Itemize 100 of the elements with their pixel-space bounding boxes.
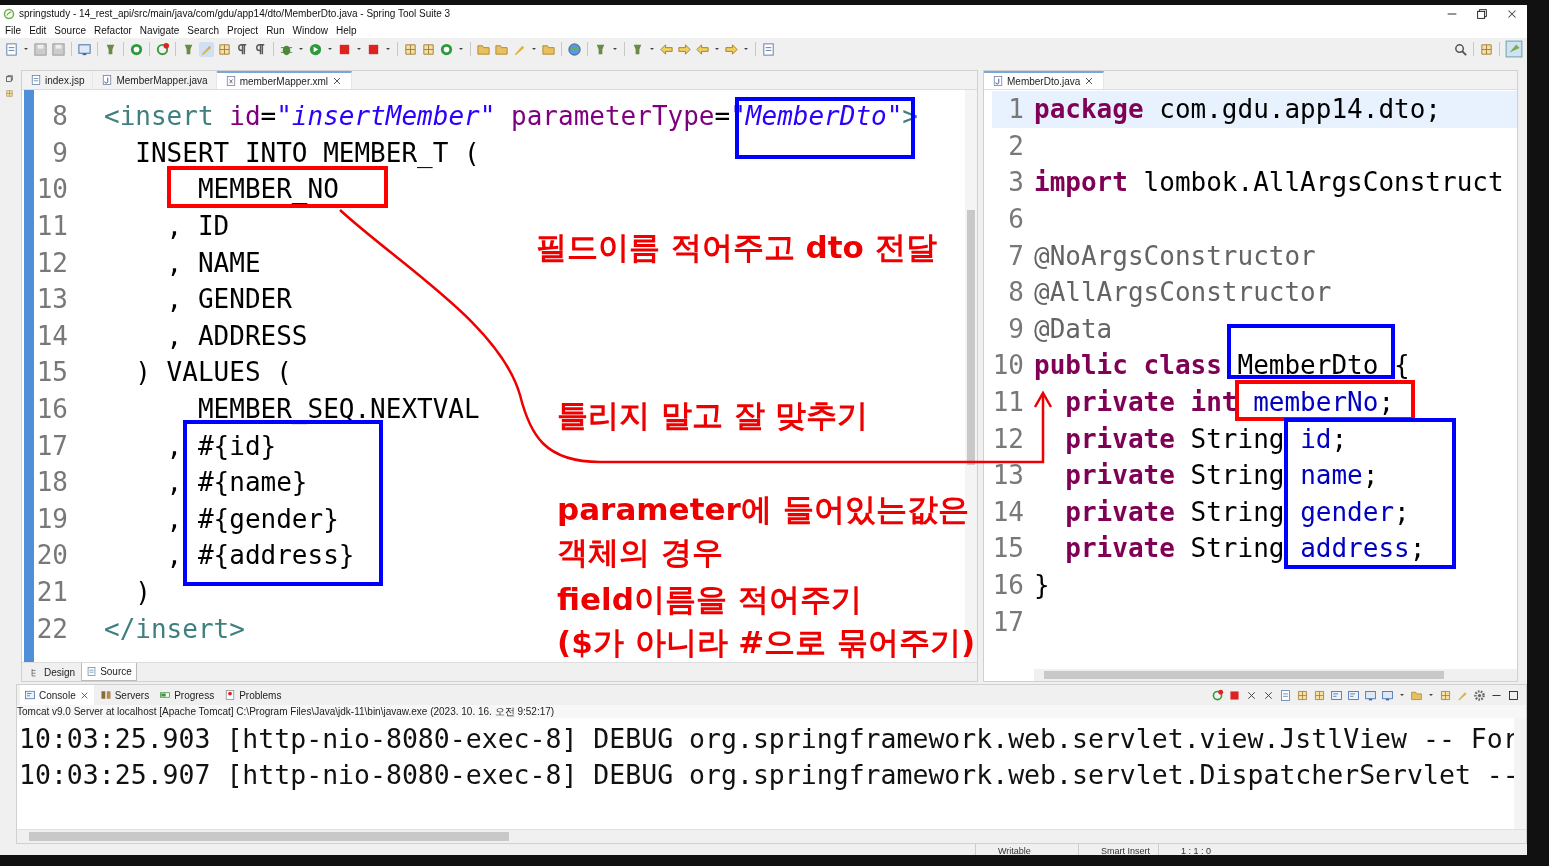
editor-tab[interactable]: MemberMapper.java (93, 71, 217, 89)
line-number: 12 (992, 423, 1024, 454)
refresh-icon[interactable] (155, 41, 170, 57)
line-number: 10 (35, 174, 68, 205)
grid-icon[interactable] (4, 89, 14, 98)
dropdown-caret-icon[interactable] (384, 45, 392, 53)
menu-item[interactable]: Window (290, 24, 335, 36)
editor-mode-tab[interactable]: Design (26, 663, 80, 681)
console-icon[interactable] (1347, 688, 1360, 702)
dropdown-caret-icon[interactable] (648, 45, 656, 53)
maximize-icon[interactable] (1507, 688, 1520, 702)
menu-item[interactable]: Refactor (92, 24, 138, 36)
menu-item[interactable]: Source (52, 24, 93, 36)
console-icon[interactable] (1330, 688, 1343, 702)
grid-icon[interactable] (1439, 688, 1452, 702)
grid-icon[interactable] (1296, 688, 1309, 702)
perspective-icon[interactable] (1505, 40, 1523, 58)
back-arrow-icon[interactable] (659, 41, 674, 57)
line-number: 8 (51, 101, 68, 132)
code-line: INSERT INTO MEMBER_T ( (134, 137, 480, 168)
stop-icon[interactable] (1228, 688, 1241, 702)
grid-icon[interactable] (1479, 41, 1494, 57)
line-number: 11 (992, 387, 1024, 418)
menu-item[interactable]: Project (225, 24, 265, 36)
forward-arrow-icon[interactable] (677, 41, 692, 57)
code-line: , ADDRESS (165, 320, 308, 351)
line-number: 14 (35, 320, 68, 351)
grid-icon[interactable] (421, 41, 436, 57)
view-tab[interactable]: Progress (155, 685, 219, 705)
view-tab[interactable]: Problems (220, 685, 286, 705)
menu-item[interactable]: File (3, 24, 28, 36)
grid-icon[interactable] (1313, 688, 1326, 702)
line-number: 10 (992, 350, 1024, 381)
code-line: , #{gender} (165, 503, 339, 534)
line-number: 17 (35, 430, 68, 461)
editor-mode-tab[interactable]: Source (81, 663, 137, 681)
menu-item[interactable]: Search (185, 24, 225, 36)
dropdown-caret-icon[interactable] (742, 45, 750, 53)
code-line: @AllArgsConstructor (1034, 277, 1332, 308)
scrollbar[interactable] (17, 829, 1526, 843)
line-number: 2 (1007, 130, 1024, 161)
dropdown-caret-icon[interactable] (530, 45, 538, 53)
grid-icon[interactable] (217, 41, 232, 57)
annotation-text: field이름을 적어주기 (557, 580, 862, 619)
gear-icon[interactable] (1473, 688, 1486, 702)
line-number: 11 (35, 211, 68, 242)
document-icon[interactable] (4, 41, 19, 57)
code-line: private String gender; (1064, 496, 1410, 527)
circle-icon[interactable] (129, 41, 144, 57)
scrollbar[interactable] (1514, 718, 1526, 829)
line-number: 19 (35, 503, 68, 534)
line-number: 3 (1007, 167, 1024, 198)
restore-icon[interactable] (4, 74, 14, 83)
back-arrow-icon[interactable] (695, 41, 710, 57)
menu-item[interactable]: Help (334, 24, 363, 36)
monitor-icon[interactable] (77, 41, 92, 57)
code-line: import lombok.AllArgsConstruct (1034, 167, 1504, 198)
dropdown-caret-icon[interactable] (355, 45, 363, 53)
window-title: springstudy - 14_rest_api/src/main/java/com/gdu/app14/dto/MemberDto.java - Spring Tool Suite 3 (19, 8, 452, 19)
grid-icon[interactable] (403, 41, 418, 57)
menu-item[interactable]: Edit (27, 24, 53, 36)
editor-tab[interactable]: index.jsp (22, 71, 94, 89)
process-label: Tomcat v9.0 Server at localhost [Apache Tomcat] C:\Program Files\Java\jdk-11\bin\javaw.exe (2023. 10. 16. 오전 9:52:17) (17, 705, 1526, 718)
dropdown-caret-icon[interactable] (297, 45, 305, 53)
code-line: ) (134, 577, 151, 607)
close-icon[interactable] (331, 75, 343, 87)
monitor-icon[interactable] (1381, 688, 1394, 702)
editor-tab[interactable]: memberMapper.xml (216, 71, 352, 89)
menu-item[interactable]: Run (264, 24, 291, 36)
forward-arrow-icon[interactable] (724, 41, 739, 57)
editor-tab[interactable]: MemberDto.java (984, 71, 1105, 89)
view-tab[interactable]: Servers (95, 685, 154, 705)
document-icon[interactable] (761, 41, 776, 57)
monitor-icon[interactable] (1364, 688, 1377, 702)
dropdown-caret-icon[interactable] (22, 45, 30, 53)
dropdown-caret-icon[interactable] (1427, 691, 1435, 699)
dropdown-caret-icon[interactable] (457, 45, 465, 53)
status-text: Smart Insert (1078, 844, 1158, 855)
play-icon[interactable] (308, 41, 323, 57)
menu-item[interactable]: Navigate (137, 24, 186, 36)
dropdown-caret-icon[interactable] (1398, 691, 1406, 699)
code-line: MEMBER_NO (196, 174, 339, 205)
annotation-text: parameter에 들어있는값은 (557, 490, 969, 529)
refresh-icon[interactable] (1211, 688, 1224, 702)
circle-icon[interactable] (439, 41, 454, 57)
problems-icon (224, 689, 237, 701)
code-line: MEMBER_SEQ.NEXTVAL (196, 394, 480, 425)
search-icon[interactable] (1453, 41, 1468, 57)
dropdown-caret-icon[interactable] (611, 45, 619, 53)
line-number: 12 (35, 247, 68, 278)
restore-icon[interactable] (1475, 6, 1489, 21)
scrollbar[interactable] (1034, 669, 1517, 681)
document-icon (86, 666, 98, 677)
view-tab[interactable]: Console (20, 685, 94, 705)
dropdown-caret-icon[interactable] (713, 45, 721, 53)
code-line: } (1034, 570, 1050, 600)
file-java-icon (101, 74, 114, 86)
line-number: 8 (1007, 277, 1024, 308)
dropdown-caret-icon[interactable] (326, 45, 334, 53)
status-text: 1 : 1 : 0 (1158, 844, 1220, 855)
